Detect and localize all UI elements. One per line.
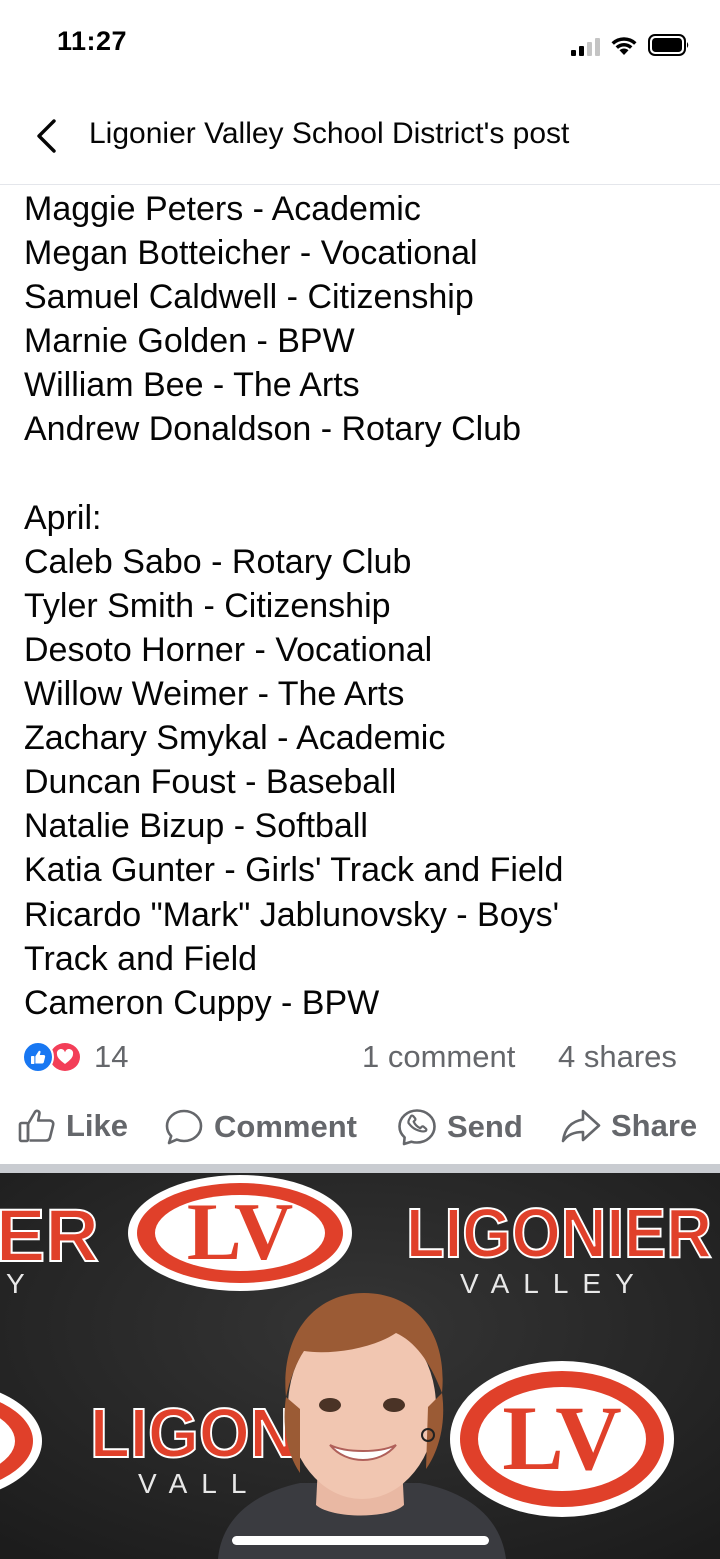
comment-button[interactable]: Comment	[164, 1108, 357, 1146]
svg-text:LV: LV	[502, 1387, 621, 1489]
share-label: Share	[611, 1108, 698, 1143]
post-line: Tyler Smith - Citizenship	[24, 586, 391, 625]
post-line: Katia Gunter - Girls' Track and Field	[24, 851, 564, 890]
engagement-summary: 14 1 comment 4 shares	[22, 1036, 702, 1080]
status-icons	[571, 30, 690, 56]
brand-sub-bottom: VALL	[138, 1468, 260, 1499]
thumbs-up-icon	[18, 1109, 55, 1143]
post-line: Natalie Bizup - Softball	[24, 807, 368, 846]
post-line: Zachary Smykal - Academic	[24, 719, 446, 758]
battery-icon	[648, 34, 689, 56]
post-text: Maggie Peters - Academic Megan Botteiche…	[24, 187, 704, 1025]
comments-count-link[interactable]: 1 comment	[362, 1039, 515, 1075]
comment-bubble-icon	[165, 1109, 203, 1145]
banner-text-left: ER	[0, 1194, 99, 1277]
chevron-left-icon	[37, 119, 56, 153]
page-title: Ligonier Valley School District's post	[89, 117, 570, 150]
post-line: Ricardo "Mark" Jablunovsky - Boys'	[24, 895, 560, 934]
photo-backdrop: ER Y LV LIGONIER VALLEY LIGONI VALL LV	[0, 1173, 720, 1559]
post-action-bar: Like Comment Send Share	[0, 1096, 720, 1162]
shares-count-link[interactable]: 4 shares	[558, 1039, 677, 1075]
banner-sub-left: Y	[6, 1268, 25, 1299]
messenger-icon	[398, 1109, 436, 1146]
post-header: Ligonier Valley School District's post	[0, 90, 720, 185]
home-indicator[interactable]	[232, 1536, 489, 1545]
post-line: Cameron Cuppy - BPW	[24, 983, 380, 1022]
reaction-count[interactable]: 14	[94, 1039, 128, 1075]
post-line: Desoto Horner - Vocational	[24, 630, 433, 669]
lv-logo-top: LV	[128, 1175, 352, 1291]
share-button[interactable]: Share	[561, 1108, 697, 1144]
post-line: Willow Weimer - The Arts	[24, 675, 405, 714]
svg-text:LV: LV	[187, 1186, 293, 1277]
lv-logo-right: LV	[450, 1361, 674, 1517]
like-button[interactable]: Like	[18, 1108, 128, 1144]
post-divider	[0, 1164, 720, 1173]
brand-sub-top: VALLEY	[460, 1268, 648, 1299]
comment-label: Comment	[214, 1109, 357, 1144]
post-line: Caleb Sabo - Rotary Club	[24, 542, 412, 581]
cellular-signal-icon	[571, 36, 600, 56]
status-time: 11:27	[57, 26, 128, 56]
post-line: Megan Botteicher - Vocational	[24, 234, 478, 273]
post-line: Samuel Caldwell - Citizenship	[24, 278, 474, 317]
back-button[interactable]	[28, 114, 64, 158]
post-line: Marnie Golden - BPW	[24, 322, 355, 361]
send-button[interactable]: Send	[397, 1108, 523, 1146]
post-line: April:	[24, 498, 102, 537]
post-line: Track and Field	[24, 939, 258, 978]
like-label: Like	[66, 1108, 129, 1143]
status-bar: 11:27	[0, 0, 720, 90]
wifi-icon	[611, 37, 637, 55]
post-line: Andrew Donaldson - Rotary Club	[24, 410, 522, 449]
brand-text-bottom: LIGONI	[90, 1394, 315, 1472]
post-line: Maggie Peters - Academic	[24, 190, 421, 228]
send-label: Send	[447, 1109, 523, 1144]
post-line: William Bee - The Arts	[24, 366, 360, 405]
post-photo[interactable]: ER Y LV LIGONIER VALLEY LIGONI VALL LV	[0, 1173, 720, 1559]
like-reaction-icon	[22, 1041, 54, 1073]
post-line: Duncan Foust - Baseball	[24, 763, 397, 802]
share-arrow-icon	[561, 1109, 601, 1143]
reaction-icons[interactable]	[22, 1041, 86, 1073]
brand-text-top: LIGONIER	[406, 1194, 712, 1272]
